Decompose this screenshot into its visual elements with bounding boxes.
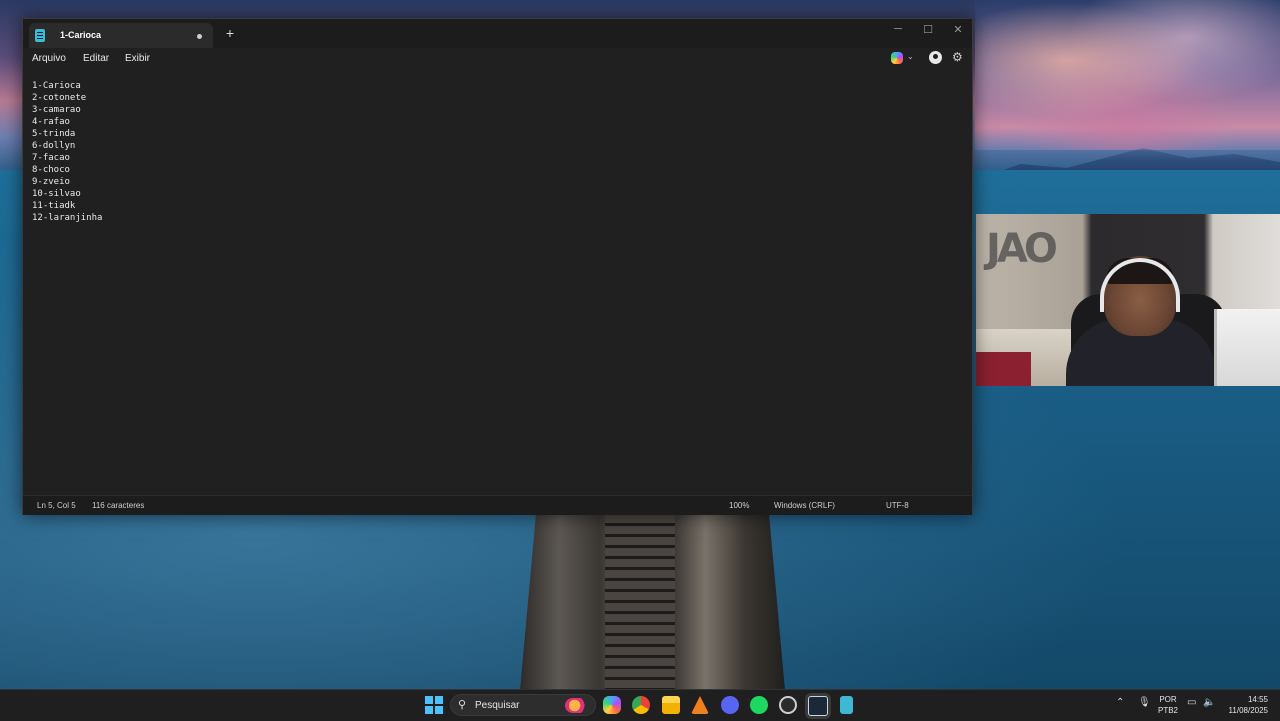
editor-lines: 1-Carioca 2-cotonete 3-camarao 4-rafao 5…	[32, 80, 102, 224]
search-box[interactable]: ⚲ Pesquisar	[450, 694, 596, 716]
language-top[interactable]: POR	[1156, 695, 1180, 704]
title-bar: 1-Carioca + ─ ☐ ✕	[23, 19, 972, 48]
menu-exibir[interactable]: Exibir	[125, 53, 150, 64]
unsaved-dot-icon[interactable]	[197, 34, 202, 39]
chevron-down-icon[interactable]: ⌄	[907, 52, 914, 61]
language-bottom[interactable]: PTB2	[1156, 706, 1180, 715]
account-icon[interactable]	[929, 51, 942, 64]
start-icon[interactable]	[425, 696, 443, 714]
notepad-icon[interactable]	[840, 696, 853, 714]
character-count: 116 caracteres	[92, 501, 145, 510]
menu-bar: Arquivo Editar Exibir ⌄ ⚙	[23, 48, 972, 70]
gear-icon[interactable]: ⚙	[952, 50, 963, 64]
copilot-icon[interactable]	[891, 52, 903, 64]
status-bar: Ln 5, Col 5 116 caracteres 100% Windows …	[23, 495, 972, 515]
plus-icon[interactable]: +	[223, 25, 237, 41]
editor-line: 12-laranjinha	[32, 213, 103, 223]
text-editor[interactable]: 1-Carioca 2-cotonete 3-camarao 4-rafao 5…	[23, 70, 972, 494]
volume-icon[interactable]: 🔈	[1203, 697, 1215, 708]
editor-line: 3-camarao	[32, 105, 81, 115]
cursor-position: Ln 5, Col 5	[37, 501, 76, 510]
maximize-icon[interactable]: ☐	[918, 23, 938, 36]
network-icon[interactable]: ▭	[1187, 697, 1196, 708]
spotify-icon[interactable]	[750, 696, 768, 714]
microphone-icon[interactable]: 🎙	[1138, 697, 1151, 708]
search-icon: ⚲	[458, 699, 467, 711]
editor-line: 7-facao	[32, 153, 70, 163]
chevron-up-icon[interactable]: ⌃	[1116, 697, 1124, 708]
search-placeholder: Pesquisar	[475, 700, 520, 711]
webcam-overlay: JAO	[976, 214, 1280, 386]
menu-editar[interactable]: Editar	[83, 53, 109, 64]
steam-icon[interactable]	[808, 696, 828, 716]
editor-line: 10-silvao	[32, 189, 81, 199]
webcam-pc-case	[1214, 309, 1280, 386]
encoding[interactable]: UTF-8	[886, 501, 909, 510]
wallpaper-pier-planks	[605, 515, 675, 690]
discord-icon[interactable]	[721, 696, 739, 714]
clock-time[interactable]: 14:55	[1224, 695, 1268, 704]
editor-line: 2-cotonete	[32, 93, 87, 103]
notepad-window: 1-Carioca + ─ ☐ ✕ Arquivo Editar Exibir …	[22, 18, 973, 515]
chrome-icon[interactable]	[632, 696, 650, 714]
editor-line: 6-dollyn	[32, 141, 76, 151]
wallpaper-sky	[975, 0, 1280, 150]
taskbar: ⚲ Pesquisar ⌃ 🎙 POR PTB2 ▭ 🔈 14:55 11/08…	[0, 689, 1280, 721]
editor-line: 1-Carioca	[32, 81, 81, 91]
tab-title: 1-Carioca	[60, 30, 102, 40]
editor-line: 8-choco	[32, 165, 70, 175]
obs-icon[interactable]	[779, 696, 797, 714]
clock-date[interactable]: 11/08/2025	[1224, 706, 1268, 715]
webcam-blanket	[976, 352, 1031, 386]
editor-line: 9-zveio	[32, 177, 70, 187]
tab-document[interactable]: 1-Carioca	[29, 23, 213, 48]
editor-line: 4-rafao	[32, 117, 70, 127]
file-explorer-icon[interactable]	[662, 696, 680, 714]
line-ending[interactable]: Windows (CRLF)	[774, 501, 835, 510]
editor-line: 11-tiadk	[32, 201, 76, 211]
minimize-icon[interactable]: ─	[888, 23, 908, 35]
notepad-icon	[35, 29, 45, 42]
editor-line: 5-trinda	[32, 129, 76, 139]
webcam-wall-graffiti: JAO	[986, 226, 1058, 272]
search-highlight-icon	[565, 698, 589, 713]
copilot-icon[interactable]	[603, 696, 621, 714]
zoom-level[interactable]: 100%	[729, 501, 749, 510]
close-icon[interactable]: ✕	[948, 23, 968, 36]
menu-arquivo[interactable]: Arquivo	[32, 53, 66, 64]
app-a-icon[interactable]	[691, 696, 709, 714]
